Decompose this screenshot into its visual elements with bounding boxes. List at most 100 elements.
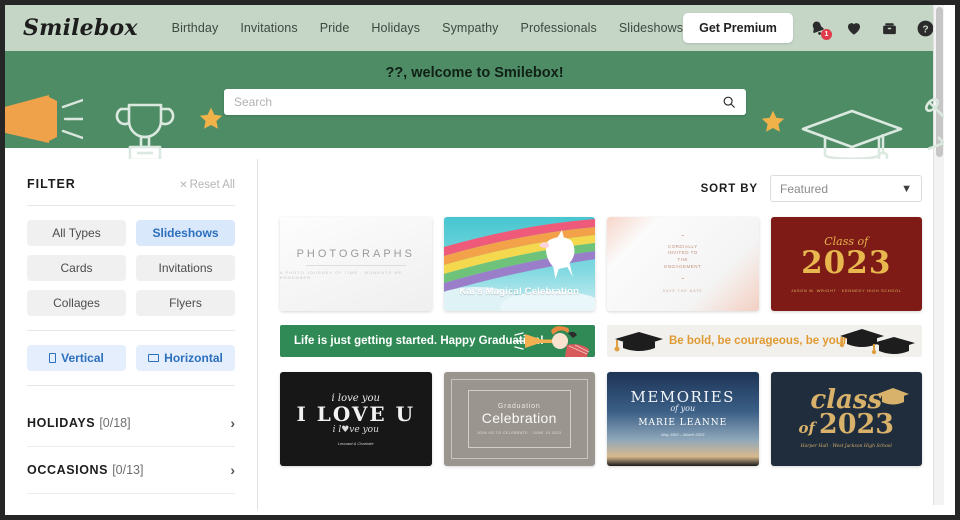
filter-chip-horizontal[interactable]: Horizontal (136, 345, 235, 371)
nav-link-sympathy[interactable]: Sympathy (442, 21, 498, 35)
brand-logo[interactable]: Smilebox (23, 15, 138, 41)
nav-link-slideshows[interactable]: Slideshows (619, 21, 683, 35)
filter-title: FILTER (27, 177, 76, 191)
nav-link-pride[interactable]: Pride (320, 21, 350, 35)
notification-badge: 1 (820, 29, 832, 40)
card-line-2: of you (670, 404, 696, 413)
nav-link-invitations[interactable]: Invitations (240, 21, 297, 35)
category-holidays[interactable]: HOLIDAYS [0/18] › (27, 400, 235, 447)
nav-link-professionals[interactable]: Professionals (521, 21, 597, 35)
sort-select[interactable]: Featured ▼ (770, 175, 922, 202)
star-icon-left (199, 107, 223, 129)
template-grid-row-2: i love you I LOVE U i l♥ve you Leonard &… (280, 372, 922, 466)
card-of-word: of (798, 418, 815, 437)
category-occasions-label: OCCASIONS [0/13] (27, 463, 144, 477)
template-card-class-of-2023-red[interactable]: Class of 2023 JASON W. WRIGHT · KENNEDY … (770, 217, 922, 311)
sort-bar: SORT BY Featured ▼ (280, 175, 922, 202)
heart-icon[interactable] (843, 17, 865, 39)
card-line-2: Celebration (481, 410, 557, 426)
card-title: Kai's Magical Celebration (459, 286, 580, 297)
card-title: CORDIALLY INVITED TO THE ENGAGEMENT (664, 243, 702, 269)
filter-chip-cards[interactable]: Cards (27, 255, 126, 281)
promo-banner-be-bold[interactable]: Be bold, be courageous, be your best. (607, 325, 922, 357)
card-year: 2023 (818, 408, 895, 440)
inner-frame: Graduation Celebration JOIN US TO CELEBR… (467, 390, 571, 448)
filter-chip-slideshows[interactable]: Slideshows (136, 220, 235, 246)
close-icon: ✕ (179, 180, 188, 191)
star-icon-right (761, 110, 785, 132)
card-subtitle: Leonard & Charlotte (337, 440, 374, 446)
template-card-marble-invitation[interactable]: CORDIALLY INVITED TO THE ENGAGEMENT SAVE… (607, 217, 759, 311)
vertical-label: Vertical (61, 351, 104, 365)
browser-frame: Smilebox Birthday Invitations Pride Holi… (0, 0, 960, 520)
template-card-i-love-you[interactable]: i love you I LOVE U i l♥ve you Leonard &… (280, 372, 432, 466)
reset-all-button[interactable]: ✕ Reset All (179, 179, 235, 191)
nav-link-holidays[interactable]: Holidays (371, 21, 420, 35)
banner-text: Life is just getting started. Happy Grad… (294, 335, 544, 347)
template-card-memories[interactable]: MEMORIES of you MARIE LEANNE May 1952 – … (607, 372, 759, 466)
graduation-caps-icon-right (839, 329, 915, 355)
search-icon[interactable] (722, 95, 736, 109)
filter-chip-all-types[interactable]: All Types (27, 220, 126, 246)
divider (27, 385, 235, 386)
nav-link-birthday[interactable]: Birthday (172, 21, 219, 35)
category-occasions[interactable]: OCCASIONS [0/13] › (27, 447, 235, 494)
hero-title: ??, welcome to Smilebox! (385, 65, 564, 81)
portrait-icon (49, 353, 57, 363)
template-card-unicorn[interactable]: Kai's Magical Celebration (443, 217, 595, 311)
category-holidays-count: [0/18] (99, 416, 131, 430)
graduation-cap-icon (801, 109, 903, 159)
card-line-3: i l♥ve you (332, 424, 379, 435)
category-holidays-label: HOLIDAYS [0/18] (27, 416, 131, 430)
type-filter-group: All Types Slideshows Cards Invitations C… (27, 220, 235, 316)
promo-banner-row: Life is just getting started. Happy Grad… (280, 325, 922, 357)
filter-chip-invitations[interactable]: Invitations (136, 255, 235, 281)
top-navbar: Smilebox Birthday Invitations Pride Holi… (5, 5, 944, 51)
horizontal-label: Horizontal (164, 351, 223, 365)
filter-header: FILTER ✕ Reset All (27, 177, 235, 191)
filter-chip-collages[interactable]: Collages (27, 290, 126, 316)
chevron-right-icon: › (230, 462, 235, 478)
graduation-caps-icon-left (614, 332, 663, 352)
chevron-down-icon: ▼ (901, 182, 912, 195)
template-card-photographs[interactable]: PHOTOGRAPHS A PHOTO JOURNEY OF TIME · MO… (280, 217, 432, 311)
card-subtitle: May 1952 – March 2023 (661, 432, 705, 437)
filter-sidebar: FILTER ✕ Reset All All Types Slideshows C… (5, 159, 258, 510)
chevron-right-icon: › (230, 415, 235, 431)
bell-icon[interactable]: 1 (807, 17, 832, 40)
divider (305, 265, 406, 266)
get-premium-button[interactable]: Get Premium (683, 13, 793, 43)
filter-chip-flyers[interactable]: Flyers (136, 290, 235, 316)
reset-all-label: Reset All (189, 179, 235, 191)
sort-by-label: SORT BY (700, 182, 758, 195)
card-subtitle: JOIN US TO CELEBRATE · JUNE 10 2023 (477, 431, 562, 435)
card-title: PHOTOGRAPHS (296, 248, 415, 260)
megaphone-icon (5, 95, 83, 143)
template-card-class-of-2023-navy[interactable]: class of 2023 Harper Hall · West Jackson… (770, 372, 922, 466)
card-line-2: I LOVE U (296, 401, 416, 426)
search-bar[interactable] (224, 89, 746, 115)
promo-banner-graduation[interactable]: Life is just getting started. Happy Grad… (280, 325, 595, 357)
card-subtitle: SAVE THE DATE (662, 289, 703, 293)
template-grid-row-1: PHOTOGRAPHS A PHOTO JOURNEY OF TIME · MO… (280, 217, 922, 311)
card-subtitle: JASON W. WRIGHT · KENNEDY HIGH SCHOOL (790, 288, 902, 293)
hero-banner: ??, welcome to Smilebox! (5, 51, 944, 159)
template-gallery: SORT BY Featured ▼ PHOTOGRAPHS A PHOTO J… (258, 159, 944, 510)
sort-select-value: Featured (780, 181, 829, 196)
filter-chip-vertical[interactable]: Vertical (27, 345, 126, 371)
card-year: 2023 (801, 245, 892, 281)
primary-nav: Birthday Invitations Pride Holidays Symp… (172, 21, 683, 35)
card-line-3: MARIE LEANNE (638, 418, 728, 428)
inbox-icon[interactable] (879, 17, 901, 39)
category-occasions-count: [0/13] (112, 463, 144, 477)
divider (27, 205, 235, 206)
category-education[interactable]: EDUCATION [0/6] › (27, 494, 235, 510)
orientation-filter-group: Vertical Horizontal (27, 345, 235, 371)
card-headline-2: of 2023 (798, 408, 895, 440)
content-area: FILTER ✕ Reset All All Types Slideshows C… (5, 159, 944, 510)
search-input[interactable] (234, 95, 722, 109)
nav-actions: Get Premium 1 ? (683, 13, 937, 43)
scrollbar-thumb[interactable] (936, 7, 943, 157)
template-card-graduation-celebration[interactable]: Graduation Celebration JOIN US TO CELEBR… (443, 372, 595, 466)
card-subtitle: Harper Hall · West Jackson High School (800, 443, 892, 449)
